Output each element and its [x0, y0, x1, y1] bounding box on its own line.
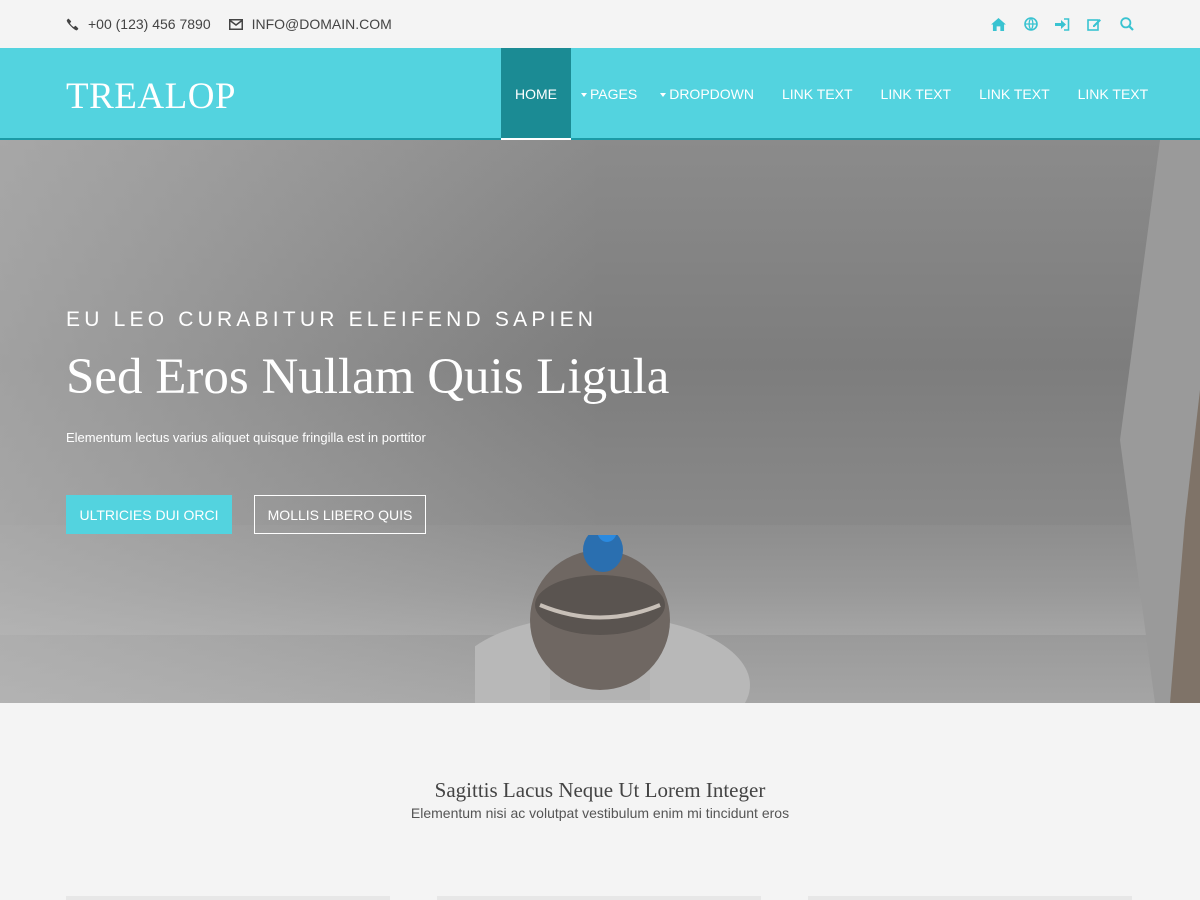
- card-edge: [66, 896, 390, 900]
- nav-item-link-4[interactable]: LINK TEXT: [1064, 48, 1163, 138]
- email-address: INFO@DOMAIN.COM: [251, 16, 392, 32]
- hero-subtitle: EU LEO CURABITUR ELEIFEND SAPIEN: [66, 308, 598, 331]
- main-menu: HOME PAGES DROPDOWN LINK TEXT LINK TEXT …: [500, 48, 1163, 140]
- globe-icon[interactable]: [1023, 17, 1038, 32]
- nav-item-label: LINK TEXT: [880, 86, 952, 102]
- secondary-cta-button[interactable]: MOLLIS LIBERO QUIS: [254, 495, 426, 534]
- home-icon[interactable]: [991, 17, 1006, 32]
- nav-item-label: DROPDOWN: [669, 86, 754, 102]
- nav-item-label: LINK TEXT: [979, 86, 1050, 102]
- nav-item-pages[interactable]: PAGES: [571, 48, 647, 138]
- top-bar: +00 (123) 456 7890 INFO@DOMAIN.COM: [0, 0, 1200, 48]
- main-navbar: TREALOP HOME PAGES DROPDOWN LINK TEXT LI…: [0, 48, 1200, 140]
- hero-background-wall: [1120, 140, 1200, 703]
- nav-item-link-2[interactable]: LINK TEXT: [867, 48, 966, 138]
- nav-item-label: HOME: [515, 86, 557, 102]
- card-edge: [808, 896, 1132, 900]
- nav-item-label: PAGES: [590, 86, 638, 102]
- sign-in-icon[interactable]: [1055, 17, 1070, 32]
- nav-item-label: LINK TEXT: [781, 86, 853, 102]
- caret-down-icon: [581, 93, 587, 97]
- section-subtitle: Elementum nisi ac volutpat vestibulum en…: [410, 805, 790, 821]
- nav-item-label: LINK TEXT: [1077, 86, 1149, 102]
- section-title: Sagittis Lacus Neque Ut Lorem Integer: [434, 778, 766, 802]
- phone-contact[interactable]: +00 (123) 456 7890: [66, 16, 211, 32]
- edit-icon[interactable]: [1087, 17, 1102, 32]
- contact-info: +00 (123) 456 7890 INFO@DOMAIN.COM: [66, 0, 392, 48]
- envelope-icon: [228, 18, 243, 30]
- nav-item-dropdown[interactable]: DROPDOWN: [647, 48, 768, 138]
- email-contact[interactable]: INFO@DOMAIN.COM: [228, 16, 392, 32]
- card-edge: [437, 896, 761, 900]
- nav-item-link-1[interactable]: LINK TEXT: [768, 48, 867, 138]
- hero-background-person: [475, 535, 750, 703]
- nav-item-link-3[interactable]: LINK TEXT: [965, 48, 1064, 138]
- utility-icons: [991, 0, 1134, 48]
- phone-icon: [66, 18, 79, 30]
- primary-cta-button[interactable]: ULTRICIES DUI ORCI: [66, 495, 232, 534]
- caret-down-icon: [660, 93, 667, 97]
- nav-item-home[interactable]: HOME: [501, 48, 571, 140]
- phone-number: +00 (123) 456 7890: [88, 16, 211, 32]
- brand-logo[interactable]: TREALOP: [66, 78, 236, 115]
- hero-title: Sed Eros Nullam Quis Ligula: [66, 349, 670, 405]
- search-icon[interactable]: [1119, 17, 1134, 32]
- hero-description: Elementum lectus varius aliquet quisque …: [66, 430, 426, 445]
- hero-section: EU LEO CURABITUR ELEIFEND SAPIEN Sed Ero…: [0, 140, 1200, 703]
